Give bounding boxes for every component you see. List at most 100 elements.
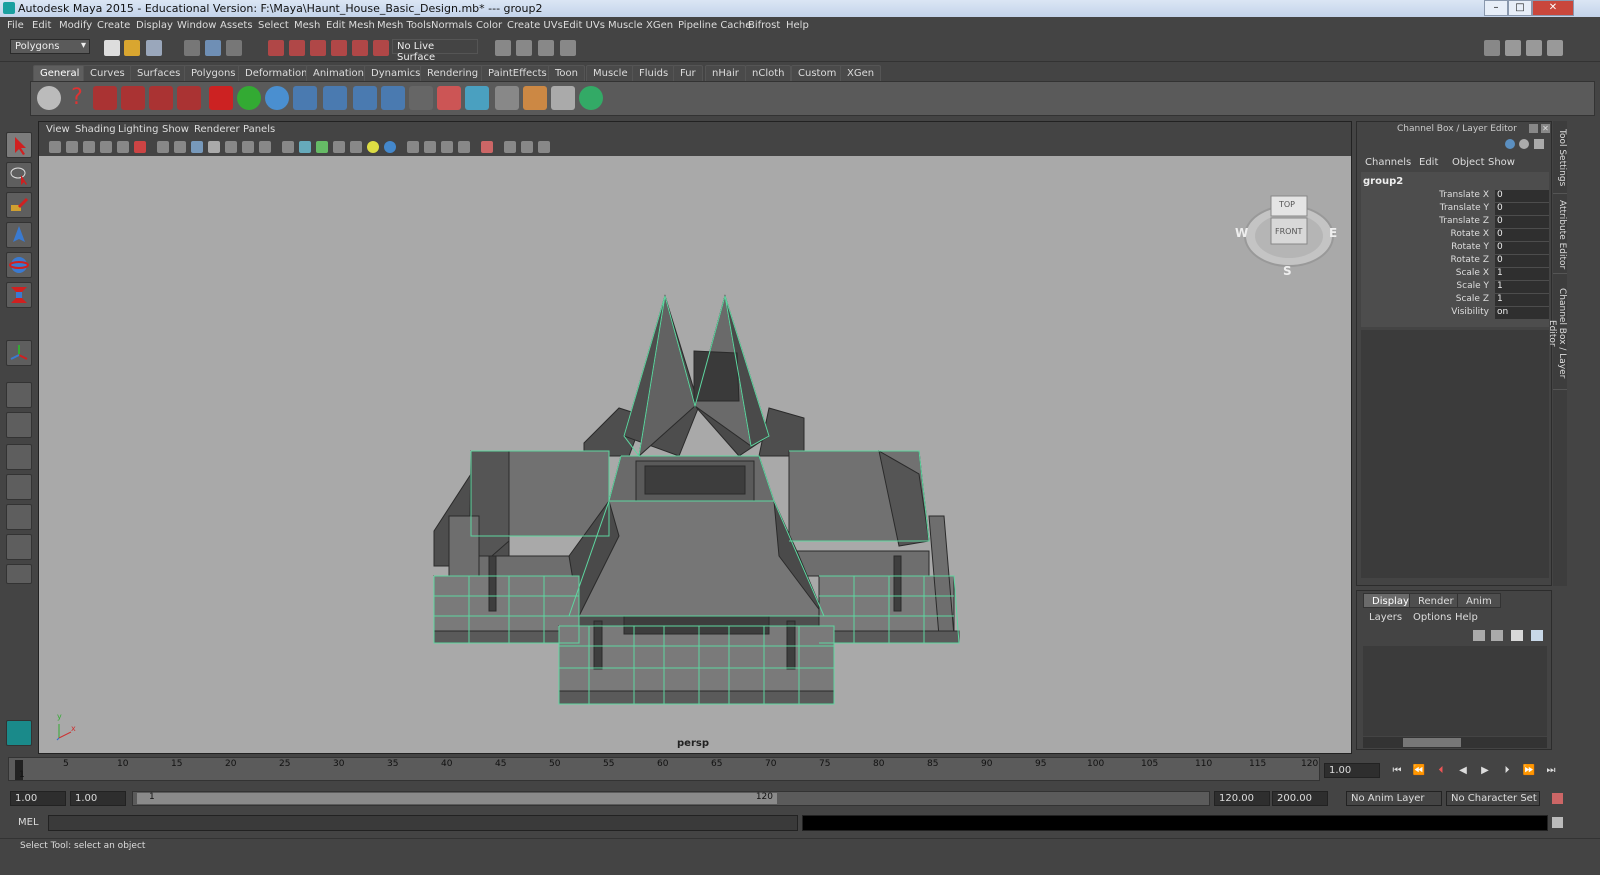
tab-tool-settings[interactable]: Tool Settings — [1553, 123, 1567, 194]
isolate-select-icon[interactable] — [481, 141, 493, 153]
attr-value[interactable]: 0 — [1495, 229, 1549, 241]
shelf-tab-curves[interactable]: Curves — [83, 65, 132, 81]
grease-pencil-icon[interactable] — [134, 141, 146, 153]
lattice-icon[interactable] — [551, 86, 575, 110]
two-d-pan-icon[interactable] — [117, 141, 129, 153]
anim-layer-dropdown[interactable]: No Anim Layer — [1346, 791, 1442, 806]
range-slider[interactable]: 1 120 — [132, 791, 1210, 806]
shelf-tab-surfaces[interactable]: Surfaces — [130, 65, 188, 81]
menu-mesh-tools[interactable]: Mesh Tools — [377, 20, 431, 31]
attr-row[interactable]: Rotate Y 0 — [1367, 242, 1549, 255]
preferences-icon[interactable] — [1552, 793, 1563, 804]
hypershade-layout-icon[interactable] — [6, 534, 32, 560]
command-input[interactable] — [48, 815, 798, 831]
menu-normals[interactable]: Normals — [431, 20, 472, 31]
snap-curve-icon[interactable] — [289, 40, 305, 56]
curve-mod-icon[interactable] — [177, 86, 201, 110]
key-icon[interactable] — [1505, 139, 1515, 149]
paint-brush-icon[interactable] — [523, 86, 547, 110]
snap-point-icon[interactable] — [310, 40, 326, 56]
snap-view-plane-icon[interactable] — [331, 40, 347, 56]
grid-toggle-icon[interactable] — [157, 141, 169, 153]
pin-icon[interactable] — [1534, 139, 1544, 149]
light-icon[interactable] — [495, 86, 519, 110]
screen-space-ao-icon[interactable] — [424, 141, 436, 153]
menu-file[interactable]: File — [7, 20, 24, 31]
channel-box-toggle-icon[interactable] — [1547, 40, 1563, 56]
menu-help[interactable]: Help — [786, 20, 809, 31]
playback-end-field[interactable]: 120.00 — [1214, 791, 1270, 806]
move-tool-icon[interactable] — [6, 222, 32, 248]
script-editor-icon[interactable] — [1552, 817, 1563, 828]
rotate-tool-icon[interactable] — [6, 252, 32, 278]
minimize-button[interactable]: – — [1484, 0, 1508, 16]
camera-attributes-icon[interactable] — [66, 141, 78, 153]
green-refresh-icon[interactable] — [237, 86, 261, 110]
mel-label[interactable]: MEL — [18, 817, 39, 828]
universal-manipulator-icon[interactable] — [6, 340, 32, 366]
paint-select-tool-icon[interactable] — [6, 192, 32, 218]
layer-alt-icon[interactable] — [1531, 630, 1543, 641]
snap-grid-icon[interactable] — [268, 40, 284, 56]
step-forward-key-icon[interactable]: ⏩ — [1522, 765, 1536, 777]
menu-xgen[interactable]: XGen — [646, 20, 673, 31]
menu-bifrost[interactable]: Bifrost — [748, 20, 780, 31]
step-forward-frame-icon[interactable]: ⏵ — [1500, 765, 1514, 777]
outliner-layout-icon[interactable] — [6, 504, 32, 530]
manipulator-icon[interactable] — [579, 86, 603, 110]
viewport-menu-shading[interactable]: Shading — [75, 124, 116, 135]
open-folder-icon[interactable] — [124, 40, 140, 56]
shelf-tab-animation[interactable]: Animation — [306, 65, 371, 81]
channel-menu-channels[interactable]: Channels — [1365, 157, 1411, 168]
menu-edit[interactable]: Edit — [32, 20, 51, 31]
magnet-shelf-icon[interactable] — [209, 86, 233, 110]
attr-row[interactable]: Scale X 1 — [1367, 268, 1549, 281]
shelf-tab-rendering[interactable]: Rendering — [420, 65, 486, 81]
menu-display[interactable]: Display — [136, 20, 173, 31]
viewport-menu-renderer[interactable]: Renderer — [194, 124, 240, 135]
attr-row[interactable]: Scale Y 1 — [1367, 281, 1549, 294]
menu-color[interactable]: Color — [476, 20, 502, 31]
persp-graph-layout-icon[interactable] — [6, 474, 32, 500]
menu-edit-mesh[interactable]: Edit Mesh — [326, 20, 375, 31]
menu-pipeline-cache[interactable]: Pipeline Cache — [678, 20, 751, 31]
select-tool-icon[interactable] — [6, 132, 32, 158]
camera-select-icon[interactable] — [49, 141, 61, 153]
attr-value[interactable]: 0 — [1495, 216, 1549, 228]
tool-settings-toggle-icon[interactable] — [1526, 40, 1542, 56]
save-icon[interactable] — [146, 40, 162, 56]
attr-value[interactable]: 1 — [1495, 268, 1549, 280]
shadows-icon[interactable] — [407, 141, 419, 153]
fluid-icon[interactable] — [465, 86, 489, 110]
viewport-menu-lighting[interactable]: Lighting — [118, 124, 158, 135]
render-settings-icon[interactable] — [560, 40, 576, 56]
menu-create[interactable]: Create — [97, 20, 130, 31]
textured-icon[interactable] — [333, 141, 345, 153]
shelf-tab-custom[interactable]: Custom — [791, 65, 844, 81]
menu-edit-uvs[interactable]: Edit UVs — [563, 20, 605, 31]
field-chart-icon[interactable] — [225, 141, 237, 153]
viewport-menu-view[interactable]: View — [46, 124, 70, 135]
time-slider[interactable]: 1 5 10 15 20 25 30 35 40 45 50 55 60 65 … — [8, 757, 1320, 781]
shelf-tab-muscle[interactable]: Muscle — [586, 65, 635, 81]
viewcube-top-label[interactable]: TOP — [1279, 200, 1295, 209]
attr-row[interactable]: Rotate X 0 — [1367, 229, 1549, 242]
anti-aliasing-icon[interactable] — [458, 141, 470, 153]
attr-row[interactable]: Rotate Z 0 — [1367, 255, 1549, 268]
playback-start-field[interactable]: 1.00 — [70, 791, 126, 806]
tab-channel-box-layer-editor[interactable]: Channel Box / Layer Editor — [1547, 277, 1567, 390]
viewport-canvas[interactable]: TOP FRONT W E S y x persp — [39, 156, 1351, 753]
wireframe-on-shaded-icon[interactable] — [316, 141, 328, 153]
attr-row[interactable]: Translate Y 0 — [1367, 203, 1549, 216]
four-pane-layout-icon[interactable] — [6, 412, 32, 438]
use-all-lights-icon[interactable] — [384, 141, 396, 153]
resolution-gate-icon[interactable] — [191, 141, 203, 153]
attr-value[interactable]: 0 — [1495, 242, 1549, 254]
menu-modify[interactable]: Modify — [59, 20, 92, 31]
play-backward-icon[interactable]: ◀ — [1456, 765, 1470, 777]
film-reel-icon[interactable] — [37, 86, 61, 110]
select-hierarchy-icon[interactable] — [184, 40, 200, 56]
current-time-field[interactable]: 1.00 — [1324, 763, 1380, 778]
attr-row[interactable]: Translate Z 0 — [1367, 216, 1549, 229]
shelf-tab-polygons[interactable]: Polygons — [184, 65, 243, 81]
